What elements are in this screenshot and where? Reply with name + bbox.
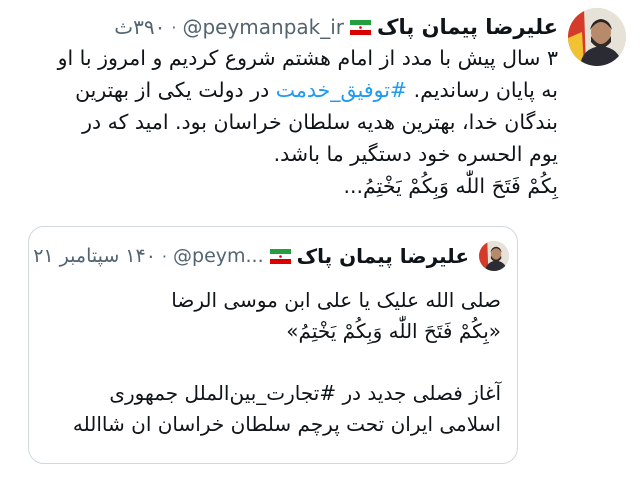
avatar-photo-icon [568, 8, 626, 66]
quoted-line: صلی الله علیک یا علی ابن موسی الرضا [171, 288, 501, 312]
tweet-line: بِکُمْ فَتَحَ اللّٰه وَبِکُمْ یَخْتِمُ..… [343, 174, 558, 198]
quoted-tweet[interactable]: علیرضا پیمان پاک @peym... · ۱۴۰ سپتامبر … [28, 226, 518, 464]
quoted-time[interactable]: ۱۴۰ سپتامبر ۲۱ [33, 245, 156, 267]
tweet-header: علیرضا پیمان پاک @peymanpak_ir · ۳۹۰ث [114, 14, 558, 40]
tweet-line: یوم الحسره خود دستگیر ما باشد. [273, 142, 558, 166]
quoted-line: آغاز فصلی جدید در #تجارت_بین‌الملل جمهور… [109, 381, 501, 405]
tweet[interactable]: علیرضا پیمان پاک @peymanpak_ir · ۳۹۰ث ۳ … [0, 0, 640, 478]
iran-flag-icon [350, 19, 372, 35]
tweet-line: به پایان رساندیم. #توفیق_خدمت در دولت یک… [13, 74, 558, 106]
quoted-text: صلی الله علیک یا علی ابن موسی الرضا «بِک… [41, 285, 501, 440]
iran-flag-icon [269, 248, 291, 264]
avatar-photo-icon [479, 241, 509, 271]
tweet-text: ۳ سال پیش با مدد از امام هشتم شروع کردیم… [13, 42, 558, 202]
separator-dot: · [171, 17, 177, 37]
quoted-line [41, 347, 501, 378]
author-handle[interactable]: @peymanpak_ir [182, 15, 344, 39]
tweet-time[interactable]: ۳۹۰ث [114, 15, 165, 39]
tweet-line-text: به پایان رساندیم. [413, 78, 558, 102]
quoted-line: «بِکُمْ فَتَحَ اللّٰه وَبِکُمْ یَخْتِمُ» [286, 319, 501, 343]
quoted-header: علیرضا پیمان پاک @peym... · ۱۴۰ سپتامبر … [33, 243, 469, 269]
quoted-author-name[interactable]: علیرضا پیمان پاک [297, 244, 469, 268]
quoted-author-handle[interactable]: @peym... [173, 245, 264, 267]
tweet-line: ۳ سال پیش با مدد از امام هشتم شروع کردیم… [57, 46, 558, 70]
quoted-line: اسلامی ایران تحت پرچم سلطان خراسان ان شا… [72, 412, 501, 436]
separator-dot: · [161, 246, 168, 266]
hashtag-link[interactable]: #توفیق_خدمت [276, 78, 407, 102]
tweet-line: بندگان خدا، بهترین هدیه سلطان خراسان بود… [82, 110, 558, 134]
quoted-avatar[interactable] [479, 241, 509, 271]
author-name[interactable]: علیرضا پیمان پاک [377, 15, 558, 39]
avatar[interactable] [568, 8, 626, 66]
tweet-line-text: در دولت یکی از بهترین [75, 78, 270, 102]
